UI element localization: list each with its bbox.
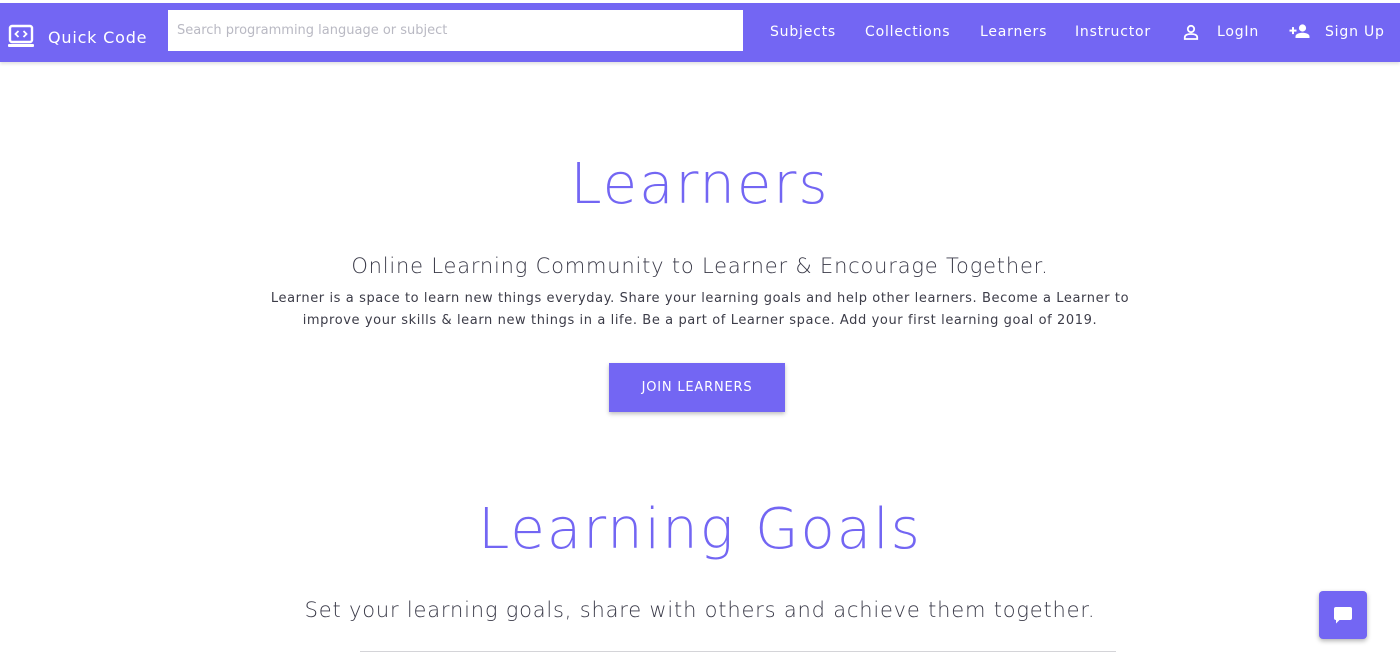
nav-signup[interactable]: Sign Up — [1325, 24, 1385, 40]
nav-subjects[interactable]: Subjects — [770, 24, 836, 40]
join-learners-button[interactable]: JOIN LEARNERS — [609, 363, 785, 412]
chat-bubble-icon — [1333, 605, 1353, 629]
person-add-icon[interactable] — [1289, 23, 1311, 43]
nav-collections[interactable]: Collections — [865, 24, 950, 40]
top-navbar: Quick Code Subjects Collections Learners… — [0, 3, 1400, 62]
search-input[interactable] — [168, 10, 743, 51]
nav-login[interactable]: LogIn — [1217, 24, 1259, 40]
laptop-code-icon[interactable] — [8, 24, 34, 48]
description-line: Learner is a space to learn new things e… — [270, 291, 1130, 306]
brand-name[interactable]: Quick Code — [48, 28, 147, 47]
section-divider — [360, 651, 1116, 652]
nav-learners[interactable]: Learners — [980, 24, 1047, 40]
chat-button[interactable] — [1319, 591, 1367, 639]
person-icon[interactable] — [1183, 24, 1199, 44]
learning-goals-title: Learning Goals — [478, 497, 922, 562]
nav-instructor[interactable]: Instructor — [1075, 24, 1151, 40]
learners-title: Learners — [570, 152, 830, 217]
description-line: improve your skills & learn new things i… — [302, 313, 1098, 328]
learners-subtitle: Online Learning Community to Learner & E… — [351, 254, 1049, 278]
learners-description: Learner is a space to learn new things e… — [0, 288, 1400, 332]
learning-goals-subtitle: Set your learning goals, share with othe… — [304, 598, 1096, 622]
